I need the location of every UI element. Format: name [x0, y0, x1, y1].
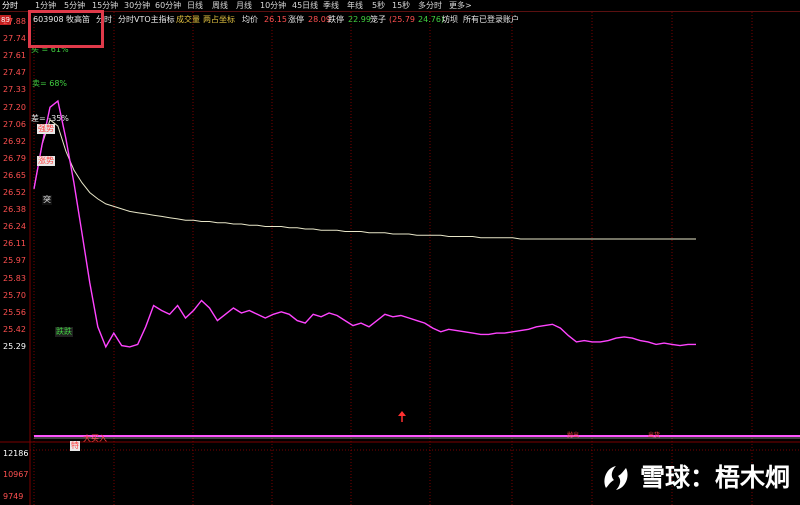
- tab-45day[interactable]: 45日线: [292, 0, 318, 11]
- price-tick: 25.70: [3, 290, 26, 300]
- price-tick: 27.88: [3, 17, 26, 26]
- tab-10min[interactable]: 10分钟: [260, 0, 286, 11]
- tab-monthly[interactable]: 月线: [236, 0, 252, 11]
- cage-close-value: 24.76): [418, 15, 445, 24]
- price-tick: 25.97: [3, 256, 26, 266]
- highlight-box: [28, 10, 104, 48]
- price-tick: 27.47: [3, 68, 26, 78]
- signal-small-label-2: 出货: [648, 432, 661, 439]
- price-tick: 27.74: [3, 34, 26, 44]
- xueqiu-logo-icon: [604, 466, 628, 490]
- volume-tick: 12186: [3, 449, 29, 458]
- limit-down-value: 22.99: [348, 15, 371, 24]
- tab-30min[interactable]: 30分钟: [124, 0, 150, 11]
- signal-strong-badge: 强势: [37, 124, 55, 134]
- tab-quarterly[interactable]: 季线: [323, 0, 339, 11]
- tab-yearly[interactable]: 年线: [347, 0, 363, 11]
- price-tick: 26.52: [3, 188, 26, 197]
- tab-60min[interactable]: 60分钟: [155, 0, 181, 11]
- tab-15sec[interactable]: 15秒: [392, 0, 410, 11]
- indicator-info-bar: 89 603908 牧高笛 分时 分时VTO主指标 成交量 两占坐标 均价 26…: [0, 12, 800, 28]
- intraday-chart[interactable]: [0, 0, 800, 505]
- volume-indicator[interactable]: 成交量: [176, 12, 200, 28]
- tab-more[interactable]: 更多>: [449, 0, 472, 11]
- price-tick: 26.38: [3, 205, 26, 215]
- diff-ratio-label: 差= -35%: [31, 114, 69, 123]
- price-tick: 26.92: [3, 136, 26, 146]
- signal-small-label-1: 抛出: [567, 432, 580, 439]
- watermark-text: 雪球：梧木炯: [640, 463, 791, 492]
- average-price-line: [33, 118, 696, 240]
- price-tick: 25.42: [3, 324, 26, 334]
- price-tick: 25.56: [3, 307, 26, 317]
- period-tab-bar: 分时 1分钟 5分钟 15分钟 30分钟 60分钟 日线 周线 月线 10分钟 …: [0, 0, 800, 11]
- tab-daily[interactable]: 日线: [187, 0, 203, 11]
- price-line: [33, 99, 696, 349]
- chart-grid: [33, 12, 753, 505]
- signal-special-badge: 特: [70, 441, 80, 451]
- tab-weekly[interactable]: 周线: [212, 0, 228, 11]
- buy-arrow-icon: [398, 411, 406, 416]
- price-tick: 26.79: [3, 153, 26, 163]
- cage-open-value: (25.79: [389, 15, 416, 24]
- limit-up-label: 涨停: [288, 15, 304, 24]
- price-tick: 27.33: [3, 85, 26, 95]
- price-tick: 26.65: [3, 170, 26, 180]
- avg-price-value: 26.15: [264, 15, 287, 24]
- price-tick: 27.20: [3, 102, 26, 112]
- price-tick: 25.83: [3, 273, 26, 283]
- sell-ratio-label: 卖= 68%: [32, 79, 68, 88]
- twoaxis-indicator[interactable]: 两占坐标: [203, 12, 235, 28]
- trash-label[interactable]: 坊坝: [442, 12, 458, 28]
- signal-rise-badge: 涨势: [37, 156, 55, 166]
- signal-break-badge: 突: [42, 195, 52, 205]
- signal-big-buy-label: 大买入: [83, 434, 107, 443]
- price-tick: 25.29: [3, 341, 26, 351]
- accounts-selector[interactable]: 所有已登录账户: [463, 12, 519, 28]
- cage-label: 笼子: [370, 15, 386, 24]
- vto-indicator[interactable]: 分时VTO主指标: [118, 12, 175, 28]
- tab-5sec[interactable]: 5秒: [372, 0, 385, 11]
- avg-price-label: 均价: [242, 15, 258, 24]
- price-axis: 27.88 27.74 27.61 27.47 27.33 27.20 27.06 26.92…: [0, 0, 30, 505]
- price-tick: 26.24: [3, 222, 26, 232]
- limit-down-label: 跌停: [328, 15, 344, 24]
- volume-tick: 9749: [3, 492, 24, 501]
- signal-fall-badge: 跌跌: [55, 327, 73, 337]
- tab-multi-intraday[interactable]: 多分时: [418, 0, 442, 11]
- price-tick: 27.06: [3, 119, 26, 129]
- price-tick: 26.11: [3, 239, 26, 249]
- volume-tick: 10967: [3, 470, 29, 479]
- price-tick: 27.61: [3, 51, 26, 61]
